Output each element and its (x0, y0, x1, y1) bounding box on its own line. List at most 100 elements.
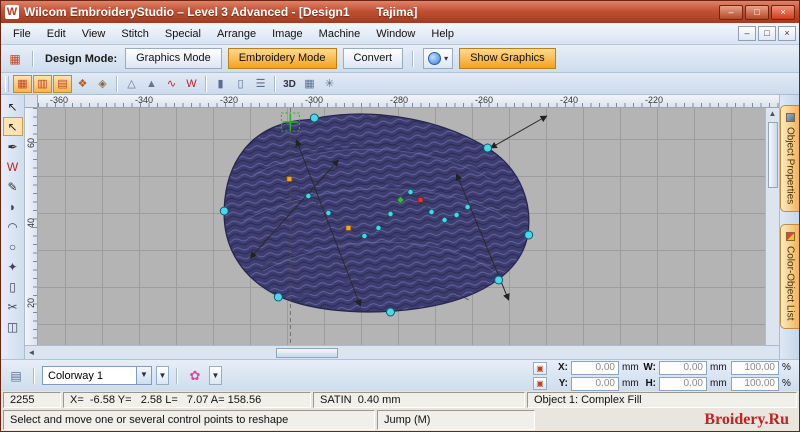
pointer-coordinates: X= -6.58 Y= 2.58 L= 7.07 A= 158.56 (63, 392, 311, 408)
vertical-scrollbar[interactable]: ▲ (765, 108, 779, 345)
menu-item-window[interactable]: Window (368, 25, 423, 43)
chevron-down-icon: ▾ (444, 54, 449, 63)
statusbar-values: 2255 X= -6.58 Y= 2.58 L= 7.07 A= 158.56 … (1, 391, 799, 409)
mdi-controls: – □ × (738, 26, 799, 41)
hint-text: Select and move one or several control p… (3, 410, 375, 430)
canvas-area: -360 -340 -320 -300 -280 -260 -240 -220 60 40 20 (25, 95, 779, 359)
design-mode-label: Design Mode: (45, 52, 118, 65)
column-tool-icon[interactable]: ▯ (3, 277, 23, 296)
ruler-label: -220 (645, 95, 664, 105)
pen-tool-icon[interactable]: ✎ (3, 177, 23, 196)
window-controls: – □ × (719, 4, 795, 20)
color-object-list-tab[interactable]: Color-Object List (780, 224, 799, 329)
column-narrow-icon[interactable]: ▮ (211, 75, 230, 93)
maximize-button[interactable]: □ (745, 4, 769, 20)
colorway-menu-button[interactable]: ▼ (156, 366, 169, 385)
h-input[interactable] (659, 376, 707, 391)
scale-y-unit: % (782, 378, 791, 389)
minimize-button[interactable]: – (719, 4, 743, 20)
menu-item-machine[interactable]: Machine (311, 25, 369, 43)
star-shape-tool-icon[interactable]: ✦ (3, 257, 23, 276)
contour-stitch-icon[interactable]: ◈ (93, 75, 112, 93)
grid-toggle-icon[interactable]: ▦ (300, 75, 319, 93)
menu-item-stitch[interactable]: Stitch (113, 25, 157, 43)
embroidery-mode-button[interactable]: Embroidery Mode (227, 48, 337, 69)
ruler-label: -320 (220, 95, 239, 105)
ruler-label: -260 (475, 95, 494, 105)
menu-item-edit[interactable]: Edit (39, 25, 74, 43)
menu-item-file[interactable]: File (5, 25, 39, 43)
reshape-tool-icon[interactable]: ↖ (2, 117, 23, 136)
mirror-tool-icon[interactable]: ◫ (3, 317, 23, 336)
stitch-type-info: SATIN 0.40 mm (313, 392, 525, 408)
toolbar-grip[interactable] (5, 75, 9, 92)
horizontal-scroll-thumb[interactable] (276, 347, 338, 358)
h-unit: mm (710, 378, 727, 389)
digitize-satin-icon[interactable]: ▥ (33, 74, 52, 93)
x-input[interactable] (571, 360, 619, 375)
thread-colors-menu-button[interactable]: ▼ (209, 366, 222, 385)
w-input[interactable] (659, 360, 707, 375)
mdi-close-button[interactable]: × (778, 26, 796, 41)
vertical-scroll-thumb[interactable] (767, 122, 778, 188)
stitch-bars-icon[interactable]: ☰ (251, 75, 270, 93)
ruler-label: 20 (26, 298, 36, 309)
colorway-select[interactable]: Colorway 1 ▼ (42, 366, 152, 385)
scroll-left-icon[interactable]: ◄ (25, 348, 38, 357)
scroll-up-icon[interactable]: ▲ (766, 108, 779, 120)
lettering-tool-icon[interactable]: W (3, 157, 23, 176)
ellipse-tool-icon[interactable]: ○ (3, 237, 23, 256)
freehand-w-icon[interactable]: W (182, 75, 201, 93)
lettering-small-icon[interactable]: △ (122, 75, 141, 93)
show-graphics-button[interactable]: Show Graphics (459, 48, 556, 69)
open-shape-tool-icon[interactable]: ◠ (3, 217, 23, 236)
menu-item-arrange[interactable]: Arrange (209, 25, 264, 43)
menu-item-image[interactable]: Image (264, 25, 311, 43)
menu-items: File Edit View Stitch Special Arrange Image Mac… (5, 25, 462, 43)
design-canvas[interactable] (38, 108, 765, 345)
toolbar-separator (33, 367, 35, 384)
ruler-label: -280 (390, 95, 409, 105)
selected-object-info: Object 1: Complex Fill (527, 392, 797, 408)
embroidery-object[interactable] (223, 113, 530, 313)
globe-button[interactable]: ▾ (423, 48, 454, 69)
star-tool-icon[interactable]: ✳ (320, 75, 339, 93)
titlebar[interactable]: W Wilcom EmbroideryStudio – Level 3 Adva… (1, 1, 799, 23)
stitch-count: 2255 (3, 392, 61, 408)
app-window: W Wilcom EmbroideryStudio – Level 3 Adva… (0, 0, 800, 432)
graphics-mode-button[interactable]: Graphics Mode (125, 48, 222, 69)
close-button[interactable]: × (771, 4, 795, 20)
scale-y-input[interactable] (731, 376, 779, 391)
chevron-down-icon[interactable]: ▼ (136, 367, 151, 384)
convert-button[interactable]: Convert (342, 48, 404, 69)
column-wide-icon[interactable]: ▯ (231, 75, 250, 93)
mdi-minimize-button[interactable]: – (738, 26, 756, 41)
freehand-wave-icon[interactable]: ∿ (162, 75, 181, 93)
design-canvas-svg[interactable] (38, 108, 765, 345)
scissors-tool-icon[interactable]: ✂ (3, 297, 23, 316)
horizontal-scrollbar[interactable]: ◄ (25, 345, 779, 359)
left-toolbar: ↖ ↖ ✒ W ✎ ◗ ◠ ○ ✦ ▯ ✂ ◫ (1, 95, 25, 359)
machine-function: Jump (M) (377, 410, 535, 430)
menu-item-special[interactable]: Special (157, 25, 209, 43)
workspace: ↖ ↖ ✒ W ✎ ◗ ◠ ○ ✦ ▯ ✂ ◫ -360 -340 -320 -300 -280 -260 -24… (1, 95, 799, 359)
anchor-reference-icon[interactable]: ▣ (533, 361, 547, 375)
scale-x-input[interactable] (731, 360, 779, 375)
closed-shape-tool-icon[interactable]: ◗ (3, 197, 23, 216)
motif-fill-icon[interactable]: ❖ (73, 75, 92, 93)
lettering-large-icon[interactable]: ▲ (142, 75, 161, 93)
menu-item-help[interactable]: Help (423, 25, 462, 43)
dimension-reference-icon[interactable]: ▣ (533, 376, 547, 390)
digitize-tatami-icon[interactable]: ▤ (53, 74, 72, 93)
stitch-edit-tool-icon[interactable]: ✒ (3, 137, 23, 156)
ruler-corner (25, 95, 38, 108)
mdi-restore-button[interactable]: □ (758, 26, 776, 41)
digitize-run-icon[interactable]: ▦ (13, 74, 32, 93)
y-input[interactable] (571, 376, 619, 391)
select-tool-icon[interactable]: ↖ (3, 97, 23, 116)
panel-toggle-icon[interactable]: ▤ (6, 366, 26, 386)
object-properties-tab[interactable]: Object Properties (780, 105, 799, 213)
threed-view-icon[interactable]: 3D (280, 75, 299, 93)
thread-colors-icon[interactable]: ✿ (185, 366, 205, 386)
menu-item-view[interactable]: View (74, 25, 114, 43)
